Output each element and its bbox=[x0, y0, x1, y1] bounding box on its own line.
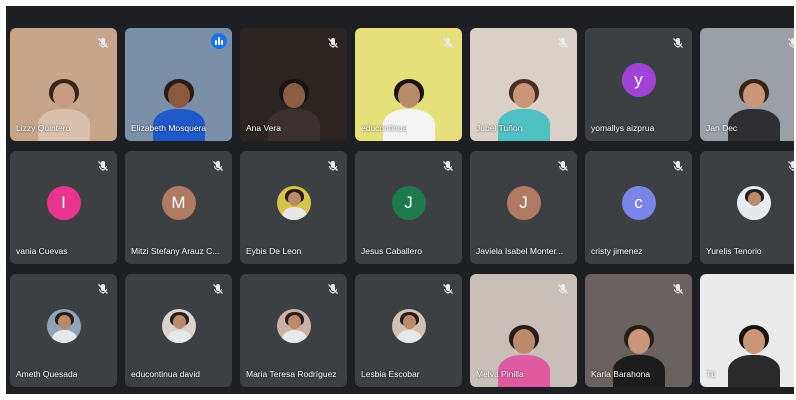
avatar: J bbox=[506, 185, 541, 220]
mic-off-icon bbox=[442, 36, 454, 48]
avatar bbox=[276, 308, 311, 343]
participant-name: Jan Dec bbox=[706, 123, 738, 133]
participant-tile[interactable]: Lesbia Escobar bbox=[355, 274, 462, 387]
participant-tile[interactable]: c cristy jimenez bbox=[585, 151, 692, 264]
mic-off-icon bbox=[327, 159, 339, 171]
avatar bbox=[161, 308, 196, 343]
participant-tile[interactable]: Lizzy Quintero bbox=[10, 28, 117, 141]
participant-tile[interactable]: Tú bbox=[700, 274, 794, 387]
participant-tile[interactable]: Elizabeth Mosquera bbox=[125, 28, 232, 141]
participant-name: yomallys aizprua bbox=[591, 123, 655, 133]
audio-level-icon bbox=[211, 33, 227, 49]
participant-tile[interactable]: Ivania Cuevas bbox=[10, 151, 117, 264]
mic-off-icon bbox=[212, 159, 224, 171]
participant-name: Jesus Caballero bbox=[361, 246, 422, 256]
participant-grid: Lizzy Quintero Elizabeth Mosquera Ana Vera… bbox=[6, 6, 794, 394]
mic-off-icon bbox=[672, 282, 684, 294]
participant-name: Elizabeth Mosquera bbox=[131, 123, 207, 133]
avatar bbox=[736, 185, 771, 220]
mic-off-icon bbox=[672, 159, 684, 171]
participant-name: cristy jimenez bbox=[591, 246, 643, 256]
participant-name: educontinua david bbox=[131, 369, 201, 379]
participant-name: Melva Pinilla bbox=[476, 369, 524, 379]
avatar: M bbox=[161, 185, 196, 220]
participant-tile[interactable]: J Jesus Caballero bbox=[355, 151, 462, 264]
mic-off-icon bbox=[787, 159, 794, 171]
participant-name: Jubel Tuñon bbox=[476, 123, 523, 133]
participant-tile[interactable]: Ameth Quesada bbox=[10, 274, 117, 387]
participant-tile[interactable]: Jan Dec bbox=[700, 28, 794, 141]
participant-name: Tú bbox=[706, 369, 716, 379]
participant-name: Lizzy Quintero bbox=[16, 123, 71, 133]
participant-name: Yurelis Tenorio bbox=[706, 246, 762, 256]
mic-off-icon bbox=[672, 36, 684, 48]
participant-name: educontinua bbox=[361, 123, 408, 133]
participant-name: Mitzi Stefany Arauz C... bbox=[131, 246, 220, 256]
participant-name: vania Cuevas bbox=[16, 246, 68, 256]
participant-tile[interactable]: Yurelis Tenorio bbox=[700, 151, 794, 264]
participant-tile[interactable]: Jubel Tuñon bbox=[470, 28, 577, 141]
participant-tile[interactable]: educontinua david bbox=[125, 274, 232, 387]
mic-off-icon bbox=[557, 36, 569, 48]
mic-off-icon bbox=[97, 159, 109, 171]
mic-off-icon bbox=[212, 282, 224, 294]
participant-tile[interactable]: Karla Barahona bbox=[585, 274, 692, 387]
participant-tile[interactable]: educontinua bbox=[355, 28, 462, 141]
mic-off-icon bbox=[442, 282, 454, 294]
participant-tile[interactable]: J Javiela Isabel Monter... bbox=[470, 151, 577, 264]
participant-name: Lesbia Escobar bbox=[361, 369, 420, 379]
mic-off-icon bbox=[97, 36, 109, 48]
avatar bbox=[46, 308, 81, 343]
participant-name: Karla Barahona bbox=[591, 369, 651, 379]
participant-name: Eybis De Leon bbox=[246, 246, 302, 256]
participant-tile[interactable]: Eybis De Leon bbox=[240, 151, 347, 264]
avatar: y bbox=[621, 62, 656, 97]
avatar: c bbox=[621, 185, 656, 220]
avatar bbox=[391, 308, 426, 343]
mic-off-icon bbox=[327, 282, 339, 294]
avatar: I bbox=[46, 185, 81, 220]
avatar: J bbox=[391, 185, 426, 220]
participant-name: Ameth Quesada bbox=[16, 369, 78, 379]
participant-tile[interactable]: M Mitzi Stefany Arauz C... bbox=[125, 151, 232, 264]
participant-tile[interactable]: Ana Vera bbox=[240, 28, 347, 141]
mic-off-icon bbox=[327, 36, 339, 48]
mic-off-icon bbox=[97, 282, 109, 294]
avatar bbox=[276, 185, 311, 220]
mic-off-icon bbox=[557, 159, 569, 171]
mic-off-icon bbox=[442, 159, 454, 171]
mic-off-icon bbox=[557, 282, 569, 294]
participant-name: Ana Vera bbox=[246, 123, 281, 133]
mic-off-icon bbox=[787, 36, 794, 48]
participant-tile[interactable]: Maria Teresa Rodríguez bbox=[240, 274, 347, 387]
participant-name: Javiela Isabel Monter... bbox=[476, 246, 563, 256]
participant-tile[interactable]: Melva Pinilla bbox=[470, 274, 577, 387]
mic-off-icon bbox=[787, 282, 794, 294]
participant-tile[interactable]: y yomallys aizprua bbox=[585, 28, 692, 141]
participant-name: Maria Teresa Rodríguez bbox=[246, 369, 337, 379]
